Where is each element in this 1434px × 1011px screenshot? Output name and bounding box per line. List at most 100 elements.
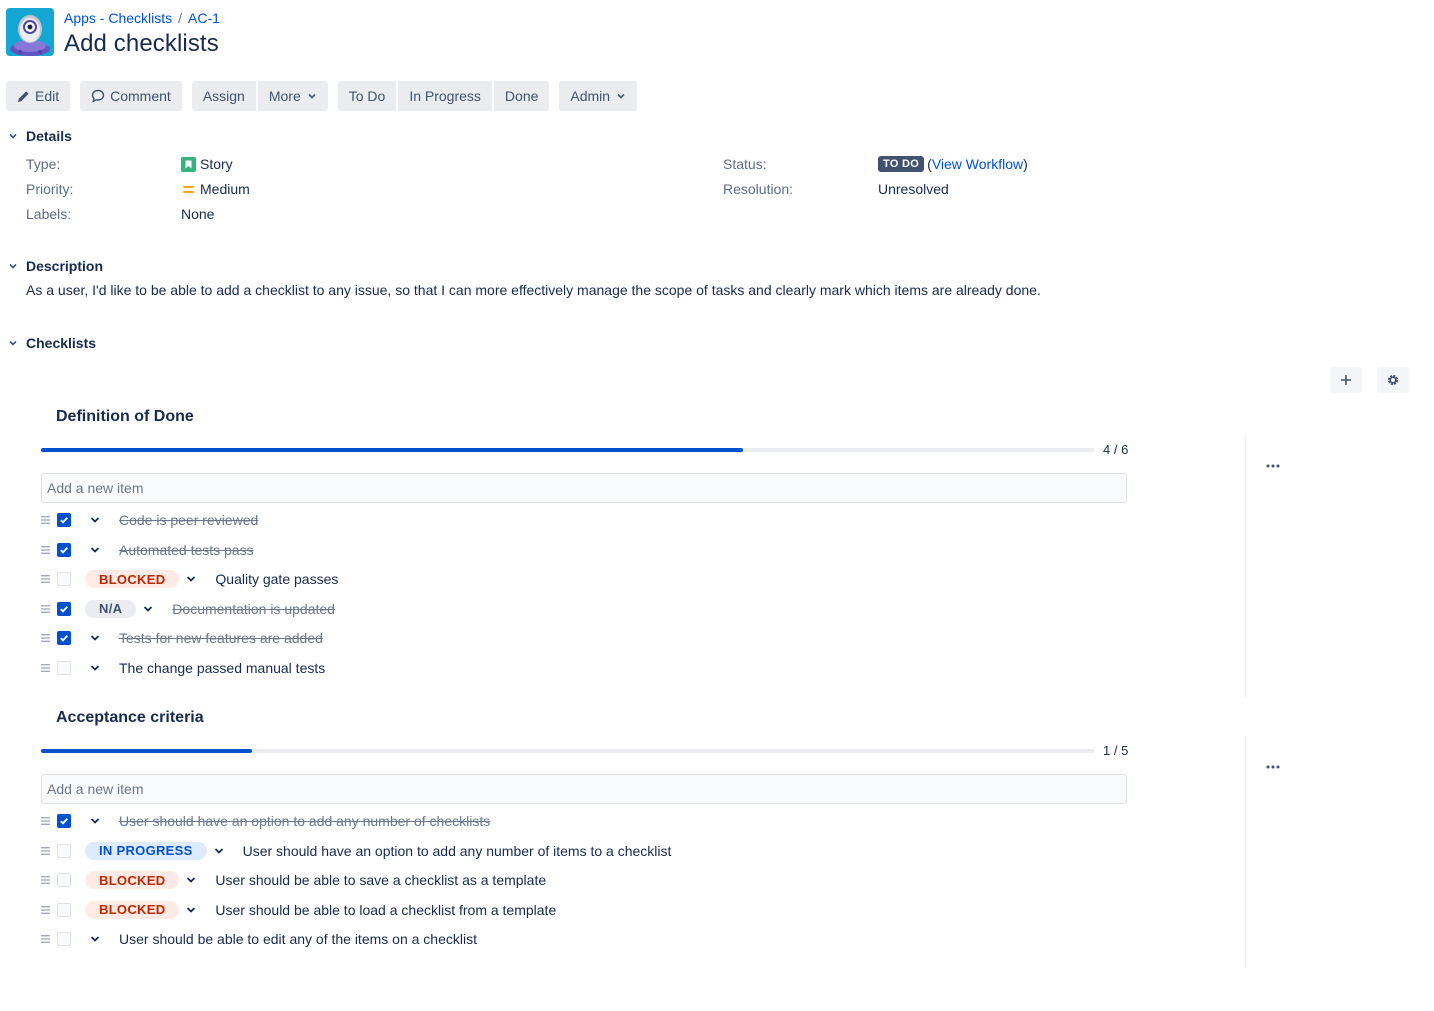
item-status-lozenge[interactable]: BLOCKED bbox=[85, 871, 180, 890]
story-icon bbox=[181, 156, 196, 172]
item-text[interactable]: User should be able to save a checklist … bbox=[215, 872, 546, 888]
item-checkbox[interactable] bbox=[57, 601, 71, 616]
item-status-lozenge[interactable]: N/A bbox=[85, 599, 137, 618]
item-text[interactable]: Code is peer reviewed bbox=[119, 512, 258, 528]
item-status-dropdown-button[interactable] bbox=[138, 599, 158, 619]
drag-handle-icon[interactable] bbox=[41, 509, 57, 531]
chevron-down-icon bbox=[89, 662, 101, 674]
item-checkbox[interactable] bbox=[57, 814, 71, 828]
comment-button-label: Comment bbox=[110, 88, 171, 104]
item-status-lozenge[interactable]: BLOCKED bbox=[85, 570, 180, 589]
view-workflow-link[interactable]: View Workflow bbox=[932, 156, 1023, 172]
assign-button[interactable]: Assign bbox=[191, 81, 256, 111]
checklist-more-menu-button[interactable] bbox=[1263, 456, 1283, 476]
workflow-transition-group: To Do In Progress Done bbox=[337, 81, 550, 111]
item-status-dropdown-button[interactable] bbox=[181, 870, 201, 890]
description-section-toggle[interactable]: Description bbox=[6, 258, 103, 274]
item-text[interactable]: User should have an option to add any nu… bbox=[243, 843, 672, 859]
item-text[interactable]: Documentation is updated bbox=[172, 601, 335, 617]
item-checkbox[interactable] bbox=[57, 661, 71, 675]
checkmark-icon bbox=[59, 515, 69, 525]
issue-header: Apps - Checklists / AC-1 Add checklists bbox=[6, 8, 606, 58]
item-checkbox[interactable] bbox=[57, 843, 71, 858]
checklist-item: The change passed manual tests bbox=[41, 657, 325, 679]
checklist-title[interactable]: Acceptance criteria bbox=[56, 709, 204, 727]
item-status-dropdown-button[interactable] bbox=[85, 929, 105, 949]
comment-button[interactable]: Comment bbox=[80, 81, 182, 111]
drag-handle-icon[interactable] bbox=[41, 539, 57, 561]
add-item-input[interactable] bbox=[41, 774, 1127, 804]
chevron-down-icon bbox=[616, 91, 626, 101]
description-text[interactable]: As a user, I'd like to be able to add a … bbox=[26, 282, 1041, 298]
details-section-toggle[interactable]: Details bbox=[6, 128, 72, 144]
item-text[interactable]: User should be able to edit any of the i… bbox=[119, 931, 477, 947]
checklist-more-menu-button[interactable] bbox=[1263, 757, 1283, 777]
checklist-progress-fill bbox=[41, 448, 744, 452]
resolution-value: Unresolved bbox=[878, 181, 949, 197]
item-checkbox[interactable] bbox=[57, 873, 71, 888]
chevron-down-icon bbox=[185, 874, 197, 886]
edit-button[interactable]: Edit bbox=[6, 81, 71, 111]
resolution-label: Resolution: bbox=[723, 181, 794, 197]
item-status-dropdown-button[interactable] bbox=[181, 900, 201, 920]
drag-handle-icon[interactable] bbox=[41, 657, 57, 679]
item-checkbox[interactable] bbox=[57, 631, 71, 646]
app-logo[interactable] bbox=[6, 8, 54, 56]
checklist-item: BLOCKED Quality gate passes bbox=[41, 568, 338, 590]
checklist-progress-fill bbox=[41, 749, 252, 753]
item-status-dropdown-button[interactable] bbox=[85, 540, 105, 560]
details-heading: Details bbox=[26, 128, 72, 144]
more-button[interactable]: More bbox=[257, 81, 328, 111]
drag-handle-icon[interactable] bbox=[41, 899, 57, 921]
checklist: Definition of Done 4 / 6 Code is peer revi… bbox=[41, 400, 1280, 697]
checklist-title[interactable]: Definition of Done bbox=[56, 408, 194, 426]
item-text[interactable]: Automated tests pass bbox=[119, 542, 254, 558]
drag-handle-icon[interactable] bbox=[41, 869, 57, 891]
item-checkbox[interactable] bbox=[57, 932, 71, 947]
checklist-item: BLOCKED User should be able to save a che… bbox=[41, 869, 546, 891]
breadcrumb-project-link[interactable]: Apps - Checklists bbox=[64, 10, 172, 26]
drag-handle-icon[interactable] bbox=[41, 810, 57, 832]
drag-handle-icon[interactable] bbox=[41, 568, 57, 590]
item-status-dropdown-button[interactable] bbox=[85, 658, 105, 678]
item-status-dropdown-button[interactable] bbox=[85, 628, 105, 648]
chevron-down-icon bbox=[89, 815, 101, 827]
item-status-lozenge[interactable]: BLOCKED bbox=[85, 900, 180, 919]
item-status-dropdown-button[interactable] bbox=[181, 569, 201, 589]
to-do-button-label: To Do bbox=[348, 88, 386, 104]
breadcrumb-issue-link[interactable]: AC-1 bbox=[188, 10, 220, 26]
item-checkbox[interactable] bbox=[57, 902, 71, 917]
checklist-settings-button[interactable] bbox=[1377, 367, 1409, 393]
medium-priority-icon bbox=[181, 182, 196, 197]
item-text[interactable]: User should be able to load a checklist … bbox=[215, 902, 556, 918]
checklist-item: BLOCKED User should be able to load a che… bbox=[41, 899, 556, 921]
item-checkbox[interactable] bbox=[57, 572, 71, 587]
done-button-label: Done bbox=[504, 88, 539, 104]
add-checklist-button[interactable] bbox=[1330, 367, 1362, 393]
drag-handle-icon[interactable] bbox=[41, 840, 57, 862]
status-value: TO DO (View Workflow) bbox=[878, 156, 1028, 172]
checklist-item: User should be able to edit any of the i… bbox=[41, 928, 477, 950]
add-item-input[interactable] bbox=[41, 473, 1127, 503]
item-status-lozenge[interactable]: IN PROGRESS bbox=[85, 841, 207, 860]
drag-handle-icon[interactable] bbox=[41, 598, 57, 620]
checklists-section-toggle[interactable]: Checklists bbox=[6, 335, 96, 351]
in-progress-button[interactable]: In Progress bbox=[398, 81, 492, 111]
item-status-dropdown-button[interactable] bbox=[85, 510, 105, 530]
item-checkbox[interactable] bbox=[57, 513, 71, 527]
item-checkbox[interactable] bbox=[57, 542, 71, 557]
item-text[interactable]: Tests for new features are added bbox=[119, 630, 323, 646]
item-text[interactable]: Quality gate passes bbox=[215, 571, 338, 587]
done-button[interactable]: Done bbox=[493, 81, 550, 111]
item-status-dropdown-button[interactable] bbox=[85, 811, 105, 831]
to-do-button[interactable]: To Do bbox=[337, 81, 397, 111]
checklist-progress-count: 1 / 5 bbox=[1103, 743, 1129, 758]
drag-handle-icon[interactable] bbox=[41, 928, 57, 950]
drag-handle-icon[interactable] bbox=[41, 627, 57, 649]
item-text[interactable]: User should have an option to add any nu… bbox=[119, 813, 490, 829]
admin-button[interactable]: Admin bbox=[559, 81, 638, 111]
item-text[interactable]: The change passed manual tests bbox=[119, 660, 325, 676]
item-status-dropdown-button[interactable] bbox=[209, 841, 229, 861]
type-value: Story bbox=[181, 156, 233, 172]
assign-button-label: Assign bbox=[202, 88, 245, 104]
